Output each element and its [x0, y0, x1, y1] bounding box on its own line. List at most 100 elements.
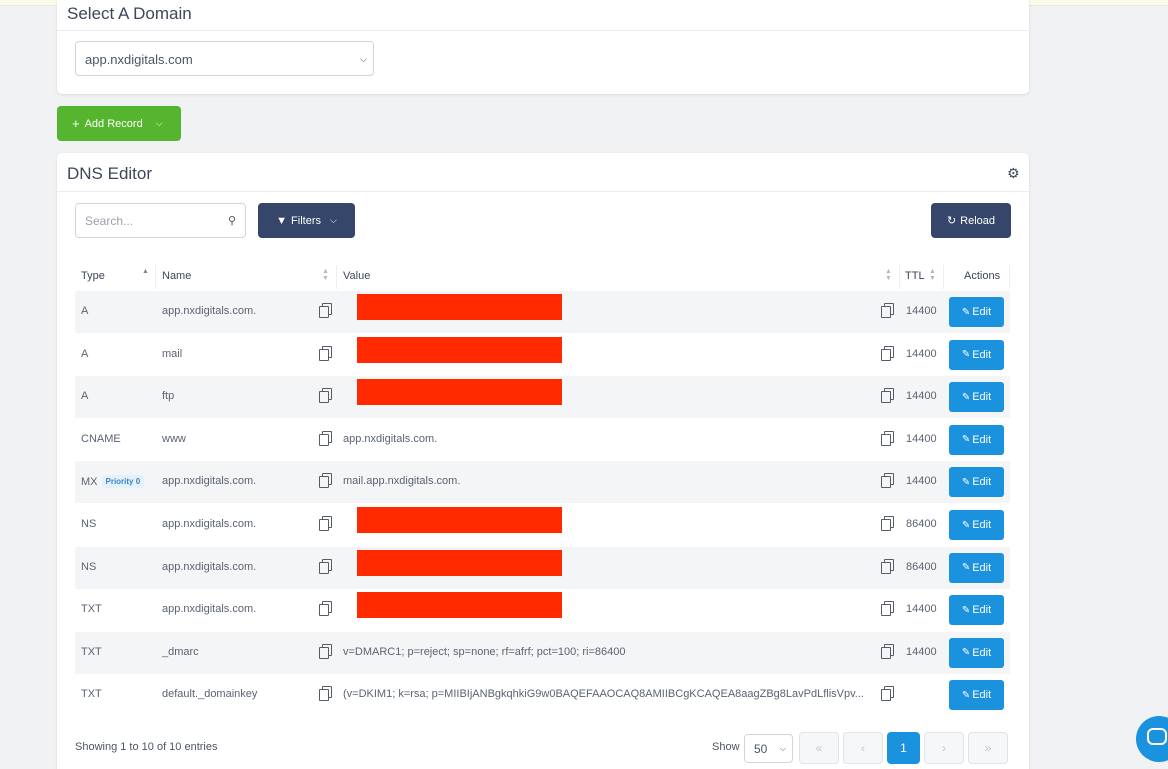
chevron-down-icon: ⌵	[779, 744, 786, 753]
edit-button[interactable]: ✎ Edit	[949, 552, 1004, 583]
copy-icon[interactable]	[319, 601, 332, 617]
column-header-type[interactable]: Type	[81, 270, 105, 282]
sort-icon[interactable]: ▲ ▼	[929, 268, 936, 282]
chat-widget-button[interactable]	[1136, 716, 1168, 762]
table-row: NS app.nxdigitals.com. 86400 ✎ Edit	[75, 504, 1010, 546]
show-label: Show	[712, 741, 740, 753]
record-value: (v=DKIM1; k=rsa; p=MIIBIjANBgkqhkiG9w0BA…	[343, 688, 864, 701]
copy-icon[interactable]	[319, 643, 332, 659]
record-name: _dmarc	[162, 645, 199, 658]
edit-icon: ✎	[961, 306, 971, 318]
record-ttl: 86400	[906, 518, 937, 530]
record-type-text: NS	[81, 560, 97, 573]
reload-icon: ↻	[946, 215, 957, 227]
edit-button[interactable]: ✎ Edit	[949, 382, 1004, 413]
edit-label: Edit	[972, 391, 992, 404]
table-row: Aapp.nxdigitals.com. 14400 ✎ Edit	[75, 291, 1010, 333]
copy-icon[interactable]	[881, 643, 894, 659]
sort-icon[interactable]: ▲ ▼	[322, 268, 329, 282]
table-row: TXT default._domainkey (v=DKIM1; k=rsa; p=…	[75, 674, 1010, 716]
edit-button[interactable]: ✎ Edit	[949, 637, 1004, 668]
record-type-text: NS	[81, 518, 97, 530]
divider	[943, 265, 944, 289]
next-page-button[interactable]: ›	[924, 732, 964, 764]
first-page-button[interactable]: «	[799, 732, 839, 764]
divider	[336, 265, 337, 289]
record-type: NS	[81, 518, 96, 530]
edit-button[interactable]: ✎ Edit	[949, 424, 1004, 455]
edit-label: Edit	[972, 476, 992, 489]
reload-button[interactable]: ↻ Reload	[931, 203, 1011, 238]
priority-badge: Priority 0	[101, 475, 145, 489]
record-name: ftp	[162, 390, 175, 403]
copy-icon[interactable]	[319, 558, 332, 574]
edit-button[interactable]: ✎ Edit	[949, 510, 1004, 540]
column-header-actions: Actions	[964, 270, 1001, 282]
copy-icon[interactable]	[319, 516, 332, 531]
copy-icon[interactable]	[881, 430, 894, 446]
reload-label: Reload	[960, 214, 996, 227]
record-type: A	[81, 348, 88, 360]
record-type-text: TXT	[81, 688, 102, 701]
table-row: Amail 14400 ✎ Edit	[75, 334, 1010, 376]
copy-icon[interactable]	[881, 558, 894, 574]
chevron-down-icon: ⌵	[155, 118, 163, 128]
filters-label: Filters	[291, 214, 321, 227]
column-header-ttl[interactable]: TTL	[905, 270, 925, 282]
domain-select-value: app.nxdigitals.com	[85, 52, 193, 67]
table-row: TXT _dmarc v=DMARC1; p=reject; sp=none; rf…	[75, 631, 1010, 674]
column-header-name[interactable]: Name	[162, 270, 191, 282]
edit-label: Edit	[972, 561, 992, 574]
copy-icon[interactable]	[881, 686, 894, 702]
divider	[899, 265, 900, 289]
sort-icon[interactable]: ▲ ▼	[885, 268, 892, 282]
copy-icon[interactable]	[319, 345, 332, 361]
record-type-text: MX	[81, 476, 98, 489]
copy-icon[interactable]	[319, 430, 332, 446]
record-ttl: 14400	[906, 475, 937, 488]
record-name: app.nxdigitals.com.	[162, 305, 257, 317]
add-record-button[interactable]: + Add Record ⌵	[57, 106, 181, 141]
redacted-value	[357, 294, 562, 320]
copy-icon[interactable]	[319, 388, 332, 404]
copy-icon[interactable]	[881, 473, 894, 489]
page-1-button[interactable]: 1	[887, 732, 920, 764]
record-type-text: A	[81, 390, 89, 403]
copy-icon[interactable]	[881, 601, 894, 617]
edit-icon: ✎	[961, 647, 971, 659]
edit-label: Edit	[972, 604, 992, 617]
copy-icon[interactable]	[881, 345, 894, 361]
edit-button[interactable]: ✎ Edit	[949, 339, 1004, 370]
record-name: app.nxdigitals.com.	[162, 560, 257, 573]
edit-button[interactable]: ✎ Edit	[949, 595, 1004, 626]
copy-icon[interactable]	[319, 473, 332, 489]
copy-icon[interactable]	[881, 516, 894, 531]
sort-asc-icon[interactable]: ▲	[142, 268, 149, 275]
column-header-value[interactable]: Value	[343, 270, 370, 282]
edit-label: Edit	[972, 433, 992, 446]
table-row: NS app.nxdigitals.com. 86400 ✎ Edit	[75, 546, 1010, 589]
edit-button[interactable]: ✎ Edit	[949, 467, 1004, 498]
per-page-value: 50	[754, 742, 768, 756]
copy-icon[interactable]	[881, 388, 894, 404]
add-record-label: Add Record	[84, 117, 143, 130]
copy-icon[interactable]	[881, 303, 894, 318]
copy-icon[interactable]	[319, 303, 332, 318]
table-row: MX Priority 0 app.nxdigitals.com. mail.app.…	[75, 461, 1010, 504]
per-page-select[interactable]: 50 ⌵	[744, 734, 793, 763]
copy-icon[interactable]	[319, 686, 332, 702]
record-type: NS	[81, 561, 96, 573]
domain-select[interactable]: app.nxdigitals.com ⌵	[75, 41, 374, 76]
edit-icon: ✎	[961, 519, 971, 531]
search-input[interactable]: Search... ⚲	[75, 203, 246, 238]
prev-page-button[interactable]: ‹	[843, 732, 883, 764]
edit-icon: ✎	[961, 604, 971, 616]
edit-button[interactable]: ✎ Edit	[949, 297, 1004, 327]
record-type-text: A	[81, 305, 89, 317]
edit-button[interactable]: ✎ Edit	[949, 680, 1004, 711]
record-ttl: 14400	[906, 603, 937, 616]
filters-button[interactable]: ▼ Filters ⌵	[258, 203, 355, 238]
entries-summary: Showing 1 to 10 of 10 entries	[75, 741, 218, 753]
last-page-button[interactable]: »	[968, 732, 1008, 764]
gear-icon[interactable]: ⚙	[1007, 165, 1020, 182]
